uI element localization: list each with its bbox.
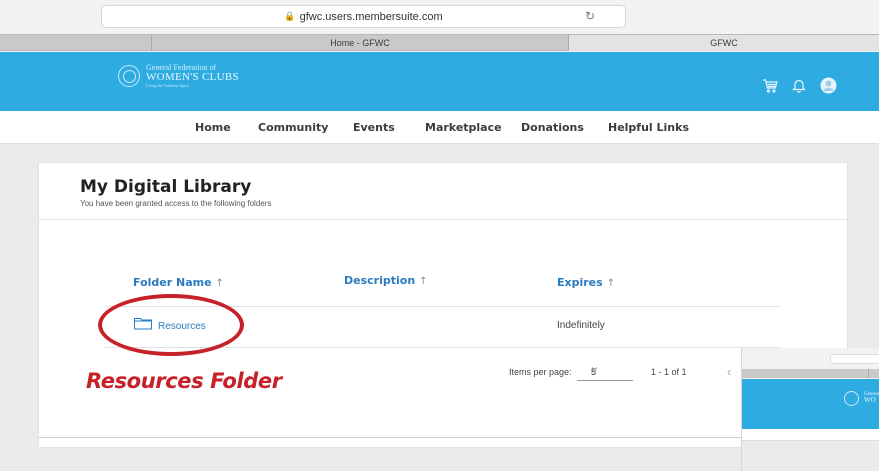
annotation-label: Resources Folder [86, 369, 282, 393]
logo-line-2: WOMEN'S CLUBS [146, 71, 239, 83]
page-subtitle: You have been granted access to the foll… [80, 199, 272, 208]
bell-icon[interactable] [792, 78, 806, 93]
inset-screenshot-thumbnail: General WO [741, 348, 879, 471]
nav-item-helpful-links[interactable]: Helpful Links [608, 121, 689, 134]
browser-tab-gfwc[interactable]: GFWC [569, 35, 879, 51]
inset-logo-text: General WO [864, 392, 879, 404]
page-title: My Digital Library [80, 177, 252, 197]
chevron-down-icon: ∨ [591, 365, 599, 376]
lock-icon: 🔒 [284, 11, 296, 21]
column-header-label: Folder Name [133, 276, 212, 289]
inset-site-header: General WO [742, 379, 879, 429]
cart-icon[interactable] [762, 78, 778, 93]
nav-item-community[interactable]: Community [258, 121, 328, 134]
browser-tab-strip: Home - GFWC GFWC [0, 34, 879, 51]
seal-icon [844, 391, 859, 406]
page-bottom-border [39, 437, 847, 438]
seal-icon [118, 65, 140, 87]
items-per-page-select[interactable]: 5 ∨ [577, 363, 633, 381]
logo-text: General Federation of WOMEN'S CLUBS Livi… [146, 64, 239, 88]
user-avatar-icon[interactable] [820, 77, 837, 94]
sort-arrow-icon: ↑ [215, 278, 224, 289]
browser-tab-home[interactable]: Home - GFWC [151, 35, 569, 51]
main-nav: Home Community Events Marketplace Donati… [0, 111, 879, 144]
nav-item-events[interactable]: Events [353, 121, 395, 134]
divider [39, 219, 847, 220]
sort-arrow-icon: ↑ [606, 278, 616, 289]
column-header-expires[interactable]: Expires ↑ [557, 276, 615, 289]
inset-body [742, 441, 879, 471]
nav-item-home[interactable]: Home [195, 121, 231, 134]
site-header: General Federation of WOMEN'S CLUBS Livi… [0, 52, 879, 111]
inset-logo-line-2: WO [864, 396, 876, 404]
column-header-folder-name[interactable]: Folder Name ↑ [133, 276, 224, 289]
address-bar-url: gfwc.users.membersuite.com [299, 10, 443, 23]
site-logo[interactable]: General Federation of WOMEN'S CLUBS Livi… [118, 64, 239, 88]
logo-line-1: General Federation of [146, 63, 217, 72]
column-header-label: Description [344, 274, 416, 287]
pagination-range: 1 - 1 of 1 [651, 367, 687, 377]
highlight-ellipse [98, 294, 244, 356]
items-per-page-label: Items per page: [509, 367, 572, 377]
logo-line-3: Living the Volunteer Spirit [146, 83, 189, 88]
nav-item-marketplace[interactable]: Marketplace [425, 121, 502, 134]
column-header-label: Expires [557, 276, 603, 289]
inset-tab-strip [742, 369, 879, 378]
expires-value: Indefinitely [557, 320, 605, 331]
inset-tab-separator [868, 369, 869, 378]
reload-icon[interactable]: ↻ [585, 9, 595, 23]
browser-chrome: 🔒 gfwc.users.membersuite.com ↻ Home - GF… [0, 0, 879, 52]
nav-item-donations[interactable]: Donations [521, 121, 584, 134]
inset-address-bar [830, 354, 879, 364]
inset-nav [742, 429, 879, 441]
header-icons [762, 77, 837, 94]
chevron-left-icon[interactable]: ‹ [727, 364, 731, 379]
sort-arrow-icon: ↑ [419, 276, 428, 287]
column-header-description[interactable]: Description ↑ [344, 274, 428, 287]
address-bar[interactable]: 🔒 gfwc.users.membersuite.com ↻ [101, 5, 626, 28]
